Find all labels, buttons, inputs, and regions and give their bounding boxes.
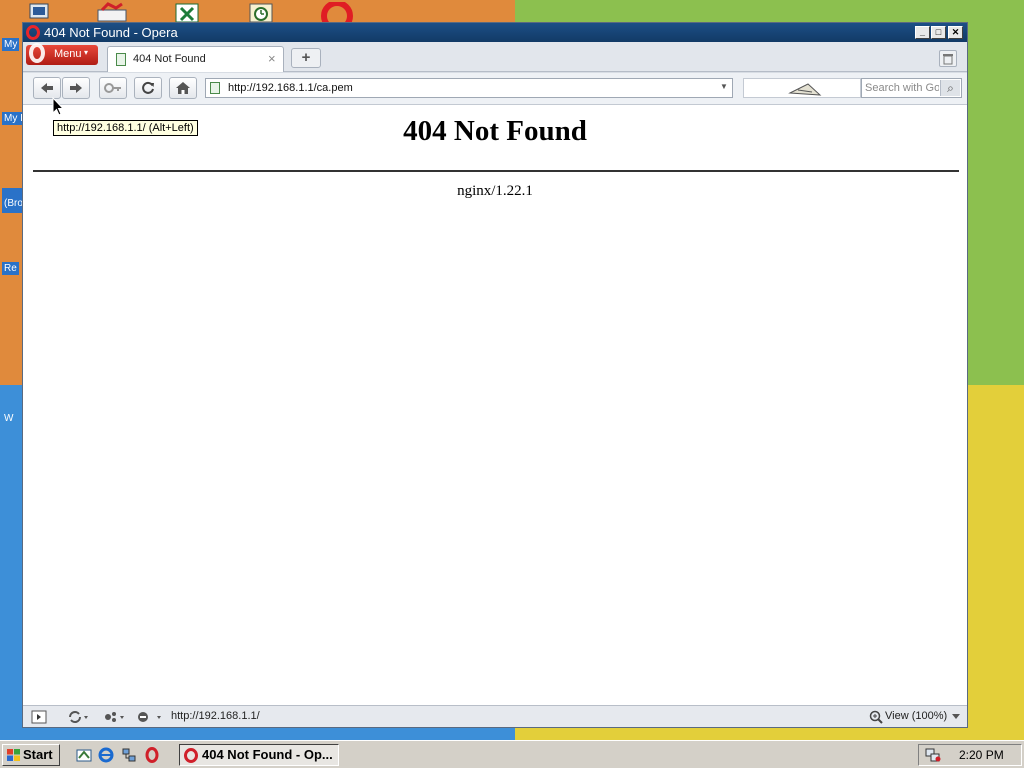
network-status-icon[interactable]: [925, 748, 941, 762]
mouse-cursor-icon: [52, 97, 64, 116]
show-desktop-icon[interactable]: [76, 747, 92, 763]
reload-button[interactable]: [134, 77, 162, 99]
window-title: 404 Not Found - Opera: [44, 25, 178, 40]
start-label: Start: [23, 747, 53, 762]
tab-title: 404 Not Found: [133, 53, 206, 65]
desktop-label-5[interactable]: W: [2, 412, 15, 425]
address-history-dropdown-icon[interactable]: ▼: [720, 82, 728, 91]
zoom-icon[interactable]: [869, 710, 883, 724]
taskbar: Start 404 Not Found - Op... 2:20 PM: [0, 740, 1024, 768]
back-button-tooltip: http://192.168.1.1/ (Alt+Left): [53, 120, 198, 136]
opera-task-icon: [184, 748, 198, 763]
home-button[interactable]: [169, 77, 197, 99]
address-input[interactable]: http://192.168.1.1/ca.pem: [228, 82, 353, 94]
menu-label: Menu: [54, 48, 82, 60]
windows-logo-icon: [7, 749, 20, 761]
forward-arrow-icon: [70, 83, 82, 93]
sync-icon[interactable]: [67, 711, 89, 723]
key-icon: [104, 83, 121, 93]
content-blocker-icon[interactable]: [137, 711, 163, 723]
back-arrow-icon: [41, 83, 53, 93]
clock: 2:20 PM: [959, 748, 1004, 762]
speed-dial-area[interactable]: [743, 78, 861, 98]
search-icon[interactable]: ⌕: [940, 80, 960, 96]
page-content: 404 Not Found nginx/1.22.1: [23, 105, 967, 705]
back-button[interactable]: [33, 77, 61, 99]
address-bar[interactable]: http://192.168.1.1/ca.pem ▼: [205, 78, 733, 98]
tab-bar: Menu ▾ 404 Not Found × +: [23, 42, 967, 72]
minimize-button[interactable]: _: [915, 26, 930, 39]
zoom-dropdown-icon[interactable]: [952, 714, 960, 720]
system-tray: 2:20 PM: [918, 744, 1022, 766]
tab-404-not-found[interactable]: 404 Not Found ×: [107, 46, 284, 72]
trash-icon: [943, 54, 953, 65]
paper-plane-icon: [788, 83, 822, 96]
status-bar: http://192.168.1.1/ View (100%): [23, 705, 967, 727]
opera-menu-logo-icon: [29, 43, 45, 63]
start-button[interactable]: Start: [2, 744, 60, 766]
desktop-label-1[interactable]: My: [2, 38, 20, 51]
reload-icon: [142, 81, 154, 94]
opera-menu-button[interactable]: Menu ▾: [26, 43, 98, 65]
scheduler-icon[interactable]: [248, 2, 274, 22]
forward-button[interactable]: [62, 77, 90, 99]
zoom-level-label[interactable]: View (100%): [885, 710, 947, 722]
title-bar[interactable]: 404 Not Found - Opera _ □ ✕: [23, 23, 967, 42]
navigation-toolbar: http://192.168.1.1/ca.pem ▼ Search with …: [23, 73, 967, 105]
home-icon: [176, 82, 190, 94]
internet-explorer-icon[interactable]: [98, 747, 114, 763]
site-info-button[interactable]: [99, 77, 127, 99]
page-icon: [210, 82, 220, 94]
desktop-label-4[interactable]: Re: [2, 262, 19, 275]
maximize-button[interactable]: □: [931, 26, 946, 39]
outlook-icon[interactable]: [96, 2, 128, 22]
excel-icon[interactable]: [174, 2, 200, 22]
opera-quicklaunch-icon[interactable]: [144, 747, 160, 763]
closed-tabs-trash-button[interactable]: [939, 50, 957, 67]
opera-logo-icon: [26, 25, 40, 40]
tab-close-icon[interactable]: ×: [268, 51, 276, 66]
divider: [33, 170, 959, 172]
taskbar-window-label: 404 Not Found - Op...: [202, 747, 333, 762]
network-icon[interactable]: [121, 747, 137, 763]
panel-toggle-icon[interactable]: [31, 710, 47, 724]
turbo-icon[interactable]: [103, 711, 125, 723]
page-icon: [116, 53, 126, 66]
chevron-down-icon: ▾: [84, 48, 89, 57]
close-button[interactable]: ✕: [948, 26, 963, 39]
search-input[interactable]: Search with Google: [865, 82, 939, 94]
taskbar-opera-window[interactable]: 404 Not Found - Op...: [179, 744, 339, 766]
my-computer-icon[interactable]: [26, 2, 52, 22]
opera-desktop-icon[interactable]: [320, 2, 354, 22]
search-box[interactable]: Search with Google ⌕: [861, 78, 962, 98]
status-url: http://192.168.1.1/: [171, 710, 260, 722]
new-tab-button[interactable]: +: [291, 48, 321, 68]
server-signature: nginx/1.22.1: [457, 183, 533, 199]
